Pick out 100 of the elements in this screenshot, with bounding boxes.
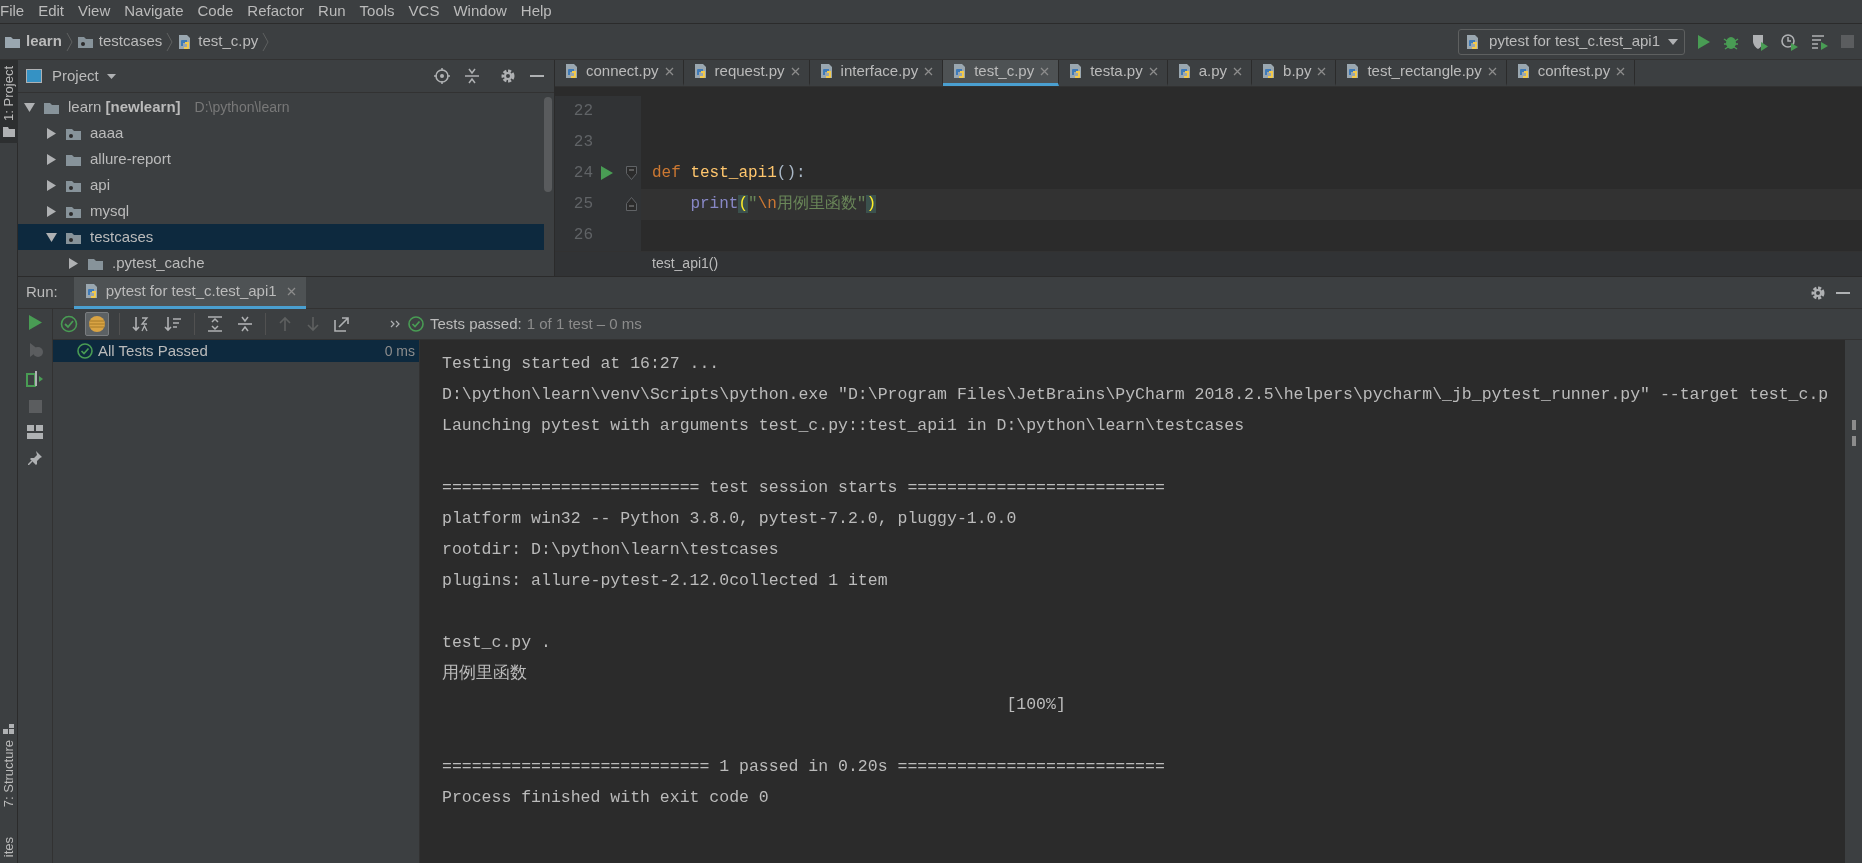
tool-window-tab[interactable]: 7: Structure <box>0 717 18 813</box>
expanded-arrow-icon[interactable] <box>46 231 57 243</box>
collapsed-arrow-icon[interactable] <box>46 127 57 139</box>
menu-item[interactable]: Run <box>311 0 353 23</box>
run-configuration-dropdown[interactable]: pytest for test_c.test_api1 <box>1458 28 1685 55</box>
close-icon[interactable] <box>1487 66 1497 76</box>
menu-item[interactable]: Window <box>446 0 514 23</box>
chevron-icon <box>166 31 174 52</box>
close-icon[interactable] <box>790 66 800 76</box>
close-icon[interactable] <box>1233 66 1243 76</box>
close-icon[interactable] <box>1616 66 1626 76</box>
console-line: Testing started at 16:27 ... <box>442 353 720 376</box>
project-view-icon <box>26 69 42 83</box>
tree-item[interactable]: testcases <box>18 224 544 250</box>
sort-by-duration-icon[interactable] <box>164 316 182 332</box>
close-icon[interactable] <box>1317 66 1327 76</box>
tool-window-tab[interactable]: 1: Project <box>0 60 18 143</box>
python-file-icon <box>83 283 100 299</box>
editor-tab[interactable]: test_c.py <box>943 60 1060 86</box>
menu-item[interactable]: Navigate <box>117 0 191 23</box>
profiler-icon[interactable] <box>1781 32 1799 51</box>
close-icon[interactable] <box>1040 66 1050 76</box>
expand-all-icon[interactable] <box>207 316 223 332</box>
tree-item[interactable]: mysql <box>18 198 544 224</box>
show-ignored-toggle[interactable] <box>85 312 109 336</box>
concurrency-icon[interactable] <box>1811 33 1829 50</box>
settings-icon[interactable] <box>500 68 516 84</box>
editor-tab[interactable]: testa.py <box>1059 60 1168 86</box>
python-file-icon <box>818 63 835 80</box>
collapsed-arrow-icon[interactable] <box>46 205 57 217</box>
menu-item[interactable]: View <box>71 0 118 23</box>
breadcrumb-item[interactable]: learn <box>26 30 62 53</box>
tree-item[interactable]: .pytest_cache <box>18 250 544 276</box>
auto-test-icon[interactable] <box>26 370 44 388</box>
console-line: =========================== 1 passed in 0.20s =========================== <box>442 756 1165 779</box>
run-test-icon[interactable] <box>601 166 613 180</box>
menu-item[interactable]: Code <box>190 0 241 23</box>
menu-item[interactable]: VCS <box>401 0 447 23</box>
breadcrumb-item[interactable]: test_c.py <box>198 30 259 53</box>
test-result-row[interactable]: All Tests Passed 0 ms <box>53 340 419 362</box>
editor-tab[interactable]: conftest.py <box>1506 60 1636 86</box>
layout-icon[interactable] <box>27 425 43 439</box>
tree-item[interactable]: aaaa <box>18 120 544 146</box>
menu-item[interactable]: Refactor <box>240 0 312 23</box>
export-icon[interactable] <box>334 316 350 332</box>
menu-item[interactable]: Tools <box>352 0 402 23</box>
run-icon[interactable] <box>1697 33 1711 50</box>
folder-icon <box>3 126 15 137</box>
test-status-detail: 1 of 1 test – 0 ms <box>526 313 642 334</box>
panel-title[interactable]: Project <box>52 64 99 88</box>
editor-tab[interactable]: connect.py <box>555 60 684 86</box>
expanded-arrow-icon[interactable] <box>24 101 35 113</box>
settings-icon[interactable] <box>1810 284 1826 301</box>
scroll-marker-icon <box>1851 420 1856 430</box>
collapsed-arrow-icon[interactable] <box>46 179 57 191</box>
close-icon[interactable] <box>924 66 934 76</box>
menu-item[interactable]: Help <box>513 0 559 23</box>
tree-item[interactable]: learn [newlearn] D:\python\learn <box>18 94 544 120</box>
run-panel-label: Run: <box>26 282 58 303</box>
fold-marker-icon[interactable] <box>625 166 637 180</box>
run-tab[interactable]: pytest for test_c.test_api1 <box>73 276 306 309</box>
tree-item[interactable]: allure-report <box>18 146 544 172</box>
close-icon[interactable] <box>286 286 296 296</box>
collapse-all-icon[interactable] <box>237 316 253 332</box>
fold-marker-icon[interactable] <box>625 197 637 211</box>
rerun-icon[interactable] <box>28 315 42 330</box>
more-chevron-icon[interactable] <box>390 320 400 328</box>
pin-icon[interactable] <box>28 451 42 465</box>
console-line: plugins: allure-pytest-2.12.0collected 1 item <box>442 570 888 593</box>
minimize-icon[interactable] <box>530 74 544 78</box>
scroll-marker-icon <box>1851 436 1856 446</box>
menu-item[interactable]: File <box>0 0 32 23</box>
menu-item[interactable]: Edit <box>31 0 72 23</box>
collapse-all-icon[interactable] <box>464 68 480 84</box>
python-file-icon <box>564 63 580 80</box>
scrollbar-thumb[interactable] <box>544 97 552 192</box>
close-icon[interactable] <box>1148 66 1158 76</box>
console-line: Process finished with exit code 0 <box>442 787 769 810</box>
chevron-icon <box>65 31 73 52</box>
caret-icon <box>106 73 116 79</box>
locate-icon[interactable] <box>434 68 450 84</box>
console-line: platform win32 -- Python 3.8.0, pytest-7.2.0, pluggy-1.0.0 <box>442 508 1017 531</box>
collapsed-arrow-icon[interactable] <box>68 257 79 269</box>
passed-icon <box>408 316 424 332</box>
coverage-icon[interactable] <box>1751 32 1769 51</box>
close-icon[interactable] <box>664 66 674 76</box>
breadcrumb-item[interactable]: testcases <box>98 30 163 53</box>
editor-tab[interactable]: b.py <box>1252 60 1337 86</box>
editor-tab[interactable]: test_rectangle.py <box>1336 60 1507 86</box>
editor-tab[interactable]: a.py <box>1167 60 1253 86</box>
passed-icon <box>77 343 93 359</box>
console-line: 用例里函数 <box>442 663 527 686</box>
structure-icon <box>3 723 15 734</box>
collapsed-arrow-icon[interactable] <box>46 153 57 165</box>
chevron-icon <box>262 31 270 52</box>
tool-window-tab[interactable]: ites <box>0 830 18 863</box>
editor-tab[interactable]: request.py <box>683 60 810 86</box>
code-breadcrumb[interactable]: test_api1() <box>652 253 719 275</box>
sort-alphabetically-icon[interactable] <box>132 316 150 332</box>
tree-item[interactable]: api <box>18 172 544 198</box>
